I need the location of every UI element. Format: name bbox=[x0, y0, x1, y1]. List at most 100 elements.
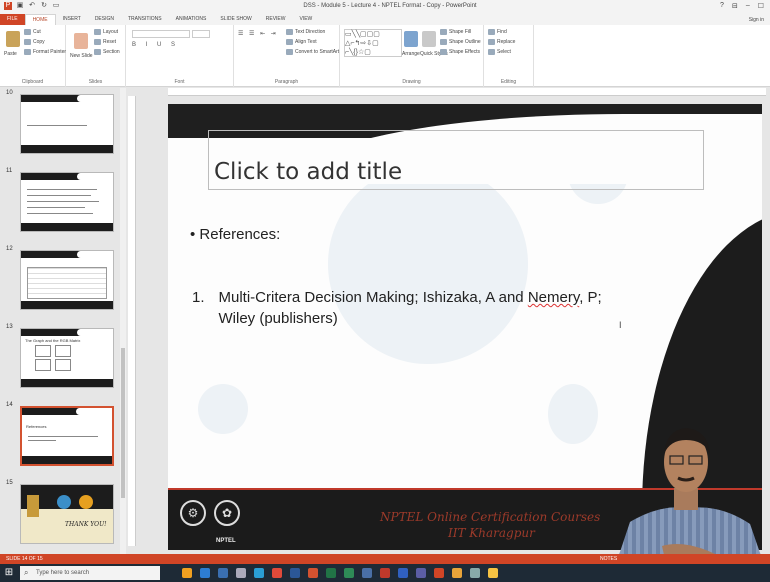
slide-thumbnail-14[interactable]: References bbox=[20, 406, 114, 466]
select-button[interactable]: Select bbox=[488, 49, 511, 55]
slide-thumbnail-13[interactable]: The Graph and the RGB Matrix bbox=[20, 328, 114, 388]
nptel-logo-icon: ✿ bbox=[214, 500, 240, 526]
cut-button[interactable]: Cut bbox=[24, 29, 41, 35]
word-icon[interactable] bbox=[290, 568, 300, 578]
slide-thumbnail-11[interactable] bbox=[20, 172, 114, 232]
paste-button[interactable]: Paste bbox=[4, 51, 17, 57]
edge-icon[interactable] bbox=[200, 568, 210, 578]
app-icon[interactable] bbox=[488, 568, 498, 578]
app-icon[interactable] bbox=[398, 568, 408, 578]
save-icon[interactable]: ▣ bbox=[16, 2, 24, 10]
clipboard-group: Paste Cut Copy Format Painter Clipboard bbox=[0, 25, 66, 87]
new-slide-icon[interactable] bbox=[74, 33, 88, 49]
list-buttons[interactable]: ☰ ☰ ⇤ ⇥ bbox=[238, 30, 278, 37]
app-icon[interactable] bbox=[308, 568, 318, 578]
shape-outline-button[interactable]: Shape Outline bbox=[440, 39, 481, 45]
tab-view[interactable]: VIEW bbox=[293, 14, 320, 25]
minimize-button[interactable]: – bbox=[746, 2, 750, 10]
thumb-heading: The Graph and the RGB Matrix bbox=[25, 338, 81, 343]
arrange-label: Arrange bbox=[402, 51, 420, 57]
start-from-beginning-icon[interactable]: ▭ bbox=[52, 2, 60, 10]
title-placeholder-text: Click to add title bbox=[214, 159, 403, 185]
reset-button[interactable]: Reset bbox=[94, 39, 116, 45]
paste-icon[interactable] bbox=[6, 31, 20, 47]
copy-button[interactable]: Copy bbox=[24, 39, 45, 45]
scrollbar-knob[interactable] bbox=[121, 348, 125, 498]
app-icon[interactable] bbox=[416, 568, 426, 578]
windows-start-icon[interactable]: ⊞ bbox=[0, 564, 18, 582]
paragraph-group: ☰ ☰ ⇤ ⇥ Text Direction Align Text Conver… bbox=[234, 25, 340, 87]
align-text-button[interactable]: Align Text bbox=[286, 39, 317, 45]
quick-styles-icon[interactable] bbox=[422, 31, 436, 47]
vertical-ruler bbox=[128, 96, 136, 546]
app-icon[interactable] bbox=[452, 568, 462, 578]
powerpoint-icon[interactable] bbox=[434, 568, 444, 578]
thumb-footer bbox=[21, 145, 113, 153]
thumb-text-line bbox=[27, 207, 85, 208]
taskbar-search-box[interactable]: ⌕ Type here to search bbox=[20, 566, 160, 580]
replace-button[interactable]: Replace bbox=[488, 39, 515, 45]
format-painter-button[interactable]: Format Painter bbox=[24, 49, 66, 55]
scissors-icon bbox=[24, 29, 31, 35]
convert-smartart-button[interactable]: Convert to SmartArt bbox=[286, 49, 339, 55]
tab-design[interactable]: DESIGN bbox=[88, 14, 121, 25]
acrobat-icon[interactable] bbox=[380, 568, 390, 578]
tab-review[interactable]: REVIEW bbox=[259, 14, 293, 25]
shapes-gallery[interactable]: ▭╲╲▢▢▢ △⌐↰⇨⇩▢ ⌐╲{}☆▢ bbox=[344, 29, 402, 57]
thumb-number: 13 bbox=[6, 324, 13, 330]
font-format-buttons[interactable]: B I U S bbox=[132, 42, 179, 48]
notes-button[interactable]: NOTES bbox=[600, 556, 617, 562]
tab-insert[interactable]: INSERT bbox=[56, 14, 88, 25]
chrome-icon[interactable] bbox=[272, 568, 282, 578]
mail-icon[interactable] bbox=[254, 568, 264, 578]
undo-icon[interactable]: ↶ bbox=[28, 2, 36, 10]
shape-outline-label: Shape Outline bbox=[449, 39, 481, 45]
text-direction-button[interactable]: Text Direction bbox=[286, 29, 325, 35]
tab-slide-show[interactable]: SLIDE SHOW bbox=[213, 14, 258, 25]
slide-thumbnail-15[interactable]: THANK YOU! bbox=[20, 484, 114, 544]
cut-label: Cut bbox=[33, 29, 41, 35]
arrange-icon[interactable] bbox=[404, 31, 418, 47]
sign-in-link[interactable]: Sign in bbox=[749, 17, 770, 23]
excel-icon[interactable] bbox=[326, 568, 336, 578]
file-explorer-icon[interactable] bbox=[218, 568, 228, 578]
tab-animations[interactable]: ANIMATIONS bbox=[169, 14, 214, 25]
window-title: DSS - Module 5 - Lecture 4 - NPTEL Forma… bbox=[303, 3, 477, 9]
settings-icon[interactable] bbox=[470, 568, 480, 578]
font-size-dropdown[interactable] bbox=[192, 30, 210, 38]
shape-effects-label: Shape Effects bbox=[449, 49, 481, 55]
shape-effects-button[interactable]: Shape Effects bbox=[440, 49, 480, 55]
tab-home[interactable]: HOME bbox=[24, 14, 56, 25]
app-icon[interactable] bbox=[344, 568, 354, 578]
store-icon[interactable] bbox=[236, 568, 246, 578]
font-group: B I U S Font bbox=[126, 25, 234, 87]
thumb-box bbox=[55, 345, 71, 357]
iit-logo-icon: ⚙ bbox=[180, 500, 206, 526]
arrange-button[interactable]: Arrange bbox=[402, 51, 420, 57]
text-direction-label: Text Direction bbox=[295, 29, 326, 35]
thumb-swoosh bbox=[77, 173, 113, 180]
window-controls: ? ⊟ – ☐ bbox=[720, 2, 764, 10]
app-icon[interactable] bbox=[362, 568, 372, 578]
tab-transitions[interactable]: TRANSITIONS bbox=[121, 14, 169, 25]
replace-label: Replace bbox=[497, 39, 516, 45]
copy-icon bbox=[24, 39, 31, 45]
tab-file[interactable]: FILE bbox=[0, 14, 25, 25]
layout-button[interactable]: Layout bbox=[94, 29, 118, 35]
shape-fill-button[interactable]: Shape Fill bbox=[440, 29, 471, 35]
new-slide-button[interactable]: New Slide bbox=[70, 53, 93, 59]
slide-thumbnail-12[interactable] bbox=[20, 250, 114, 310]
thumb-box bbox=[35, 345, 51, 357]
convert-smartart-label: Convert to SmartArt bbox=[295, 49, 340, 55]
replace-icon bbox=[488, 39, 495, 45]
find-button[interactable]: Find bbox=[488, 29, 507, 35]
slide-thumbnail-10[interactable] bbox=[20, 94, 114, 154]
maximize-button[interactable]: ☐ bbox=[758, 2, 764, 10]
title-placeholder[interactable]: Click to add title bbox=[208, 130, 704, 190]
task-view-icon[interactable] bbox=[182, 568, 192, 578]
section-button[interactable]: Section bbox=[94, 49, 120, 55]
help-button[interactable]: ? bbox=[720, 2, 724, 10]
redo-icon[interactable]: ↻ bbox=[40, 2, 48, 10]
ribbon-display-options-button[interactable]: ⊟ bbox=[732, 2, 738, 10]
font-name-dropdown[interactable] bbox=[132, 30, 190, 38]
